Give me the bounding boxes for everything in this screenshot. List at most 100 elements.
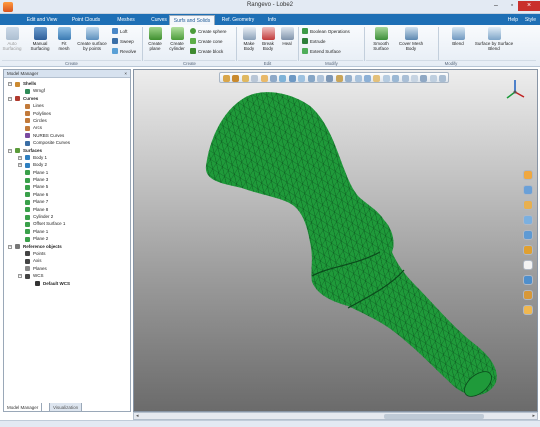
- tree-node[interactable]: Axis: [4, 257, 130, 264]
- tree-node[interactable]: Wrngf: [4, 87, 130, 94]
- collapse-icon[interactable]: −: [8, 148, 12, 153]
- horizontal-scrollbar[interactable]: ◂ ▸: [133, 412, 538, 420]
- expand-icon[interactable]: +: [18, 155, 22, 160]
- tree-node[interactable]: + Body 2: [4, 161, 130, 168]
- tree-node[interactable]: − Shells: [4, 80, 130, 87]
- tree-node-label: Plane 1: [33, 169, 49, 175]
- tab-meshes[interactable]: Meshes: [110, 15, 142, 25]
- style-menu[interactable]: Style: [525, 15, 536, 25]
- rotate-icon[interactable]: [523, 185, 533, 195]
- polyline-icon: [25, 111, 30, 117]
- manual-surfacing-button[interactable]: Manual Surfacing: [28, 27, 52, 51]
- tree-node[interactable]: Plane 2: [4, 235, 130, 242]
- heal-button[interactable]: Heal: [278, 27, 296, 46]
- tree-node[interactable]: Plane 5: [4, 183, 130, 190]
- create-sphere-button[interactable]: Create sphere: [190, 28, 227, 35]
- tree-node[interactable]: Plane 1: [4, 228, 130, 235]
- tab-surfs-and-solids[interactable]: Surfs and Solids: [169, 15, 215, 25]
- iso-view-icon[interactable]: [523, 260, 533, 270]
- tree-node[interactable]: + Body 1: [4, 154, 130, 161]
- blend-button[interactable]: Blend: [446, 27, 470, 46]
- expand-icon[interactable]: +: [18, 163, 22, 168]
- tree-node[interactable]: Offset Surface 1: [4, 220, 130, 227]
- tree-node[interactable]: Plane 8: [4, 206, 130, 213]
- make-body-button[interactable]: Make Body: [240, 27, 258, 51]
- create-block-button[interactable]: Create block: [190, 48, 223, 55]
- fit-mesh-button[interactable]: Fit mesh: [56, 27, 72, 51]
- tree-node[interactable]: Cylinder 2: [4, 213, 130, 220]
- home-icon[interactable]: [523, 305, 533, 315]
- tree-node[interactable]: Composite Curves: [4, 139, 130, 146]
- cover-mesh-body-button[interactable]: Cover Mesh Body: [396, 27, 426, 51]
- tab-visualization[interactable]: Visualization: [49, 403, 83, 412]
- side-view-icon[interactable]: [523, 245, 533, 255]
- tree-node[interactable]: Planes: [4, 265, 130, 272]
- collapse-icon[interactable]: −: [8, 96, 12, 101]
- tree-node[interactable]: Arcs: [4, 124, 130, 131]
- tab-edit-and-view[interactable]: Edit and View: [22, 15, 62, 25]
- plane-icon: [25, 207, 30, 213]
- tab-ref-geometry[interactable]: Ref. Geometry: [218, 15, 258, 25]
- fit-all-icon[interactable]: [523, 275, 533, 285]
- tree-node[interactable]: Lines: [4, 102, 130, 109]
- zoom-tool-icon[interactable]: [523, 200, 533, 210]
- revolve-button[interactable]: Revolve: [112, 48, 136, 55]
- tree-node-label: Circles: [33, 117, 47, 123]
- create-surface-by-points-button[interactable]: Create surface by points: [76, 27, 108, 51]
- collapse-icon[interactable]: −: [8, 244, 12, 249]
- break-body-button[interactable]: Break Body: [259, 27, 277, 51]
- arc-icon: [25, 125, 30, 131]
- cone-icon: [190, 38, 196, 44]
- 3d-viewport[interactable]: [133, 69, 538, 412]
- sweep-button[interactable]: Sweep: [112, 38, 134, 45]
- hand-icon[interactable]: [523, 170, 533, 180]
- extend-surface-button[interactable]: Extend Surface: [302, 48, 341, 55]
- tree-node-label: Shells: [23, 81, 37, 86]
- close-button[interactable]: ×: [518, 1, 540, 11]
- collapse-icon[interactable]: −: [18, 274, 22, 279]
- help-menu[interactable]: Help: [508, 15, 518, 25]
- tree-node[interactable]: NURBS Curves: [4, 132, 130, 139]
- tree-node[interactable]: − WCS: [4, 272, 130, 279]
- section-plane-icon[interactable]: [523, 290, 533, 300]
- create-cylinder-button[interactable]: Create cylinder: [167, 27, 187, 51]
- loft-button[interactable]: Loft: [112, 28, 128, 35]
- manual-surfacing-icon: [33, 27, 47, 40]
- line-icon: [25, 103, 30, 109]
- tree-node[interactable]: Default WCS: [4, 280, 130, 287]
- top-view-icon[interactable]: [523, 230, 533, 240]
- tree-node[interactable]: Points: [4, 250, 130, 257]
- create-cone-button[interactable]: Create cone: [190, 38, 223, 45]
- front-view-icon[interactable]: [523, 215, 533, 225]
- tree-node[interactable]: − Surfaces: [4, 147, 130, 154]
- mesh-model[interactable]: [134, 70, 537, 411]
- scroll-thumb[interactable]: [384, 414, 484, 419]
- composite-curve-icon: [25, 140, 30, 146]
- tree-node[interactable]: Plane 1: [4, 169, 130, 176]
- scroll-right-icon[interactable]: ▸: [532, 413, 535, 419]
- create-plane-button[interactable]: Create plane: [145, 27, 165, 51]
- extrude-button[interactable]: Extrude: [302, 38, 326, 45]
- tree-node[interactable]: − Curves: [4, 95, 130, 102]
- scroll-left-icon[interactable]: ◂: [136, 413, 139, 419]
- tree-node[interactable]: Plane 3: [4, 176, 130, 183]
- tree-node[interactable]: Polylines: [4, 110, 130, 117]
- tree-node[interactable]: Plane 6: [4, 191, 130, 198]
- panel-close-icon[interactable]: ×: [124, 70, 127, 78]
- tree-node[interactable]: Plane 7: [4, 198, 130, 205]
- tree-node[interactable]: Circles: [4, 117, 130, 124]
- minimize-button[interactable]: ‒: [488, 1, 504, 11]
- tree-node[interactable]: − Reference objects: [4, 243, 130, 250]
- shell-icon: [15, 81, 20, 87]
- tab-info[interactable]: Info: [261, 15, 283, 25]
- tab-model-manager[interactable]: Model Manager: [3, 403, 43, 412]
- blend-icon: [451, 27, 465, 40]
- tab-point-clouds[interactable]: Point Clouds: [66, 15, 106, 25]
- ribbon-group-label: Modify: [366, 60, 536, 66]
- surface-by-surface-blend-button[interactable]: Surface by Surface Blend: [474, 27, 514, 51]
- collapse-icon[interactable]: −: [8, 82, 12, 86]
- smooth-surface-button[interactable]: Smooth Surface: [368, 27, 394, 51]
- curve-icon: [15, 96, 20, 102]
- boolean-operations-button[interactable]: Boolean Operations: [302, 28, 350, 35]
- auto-surfacing-button[interactable]: Auto Surfacing: [2, 27, 22, 51]
